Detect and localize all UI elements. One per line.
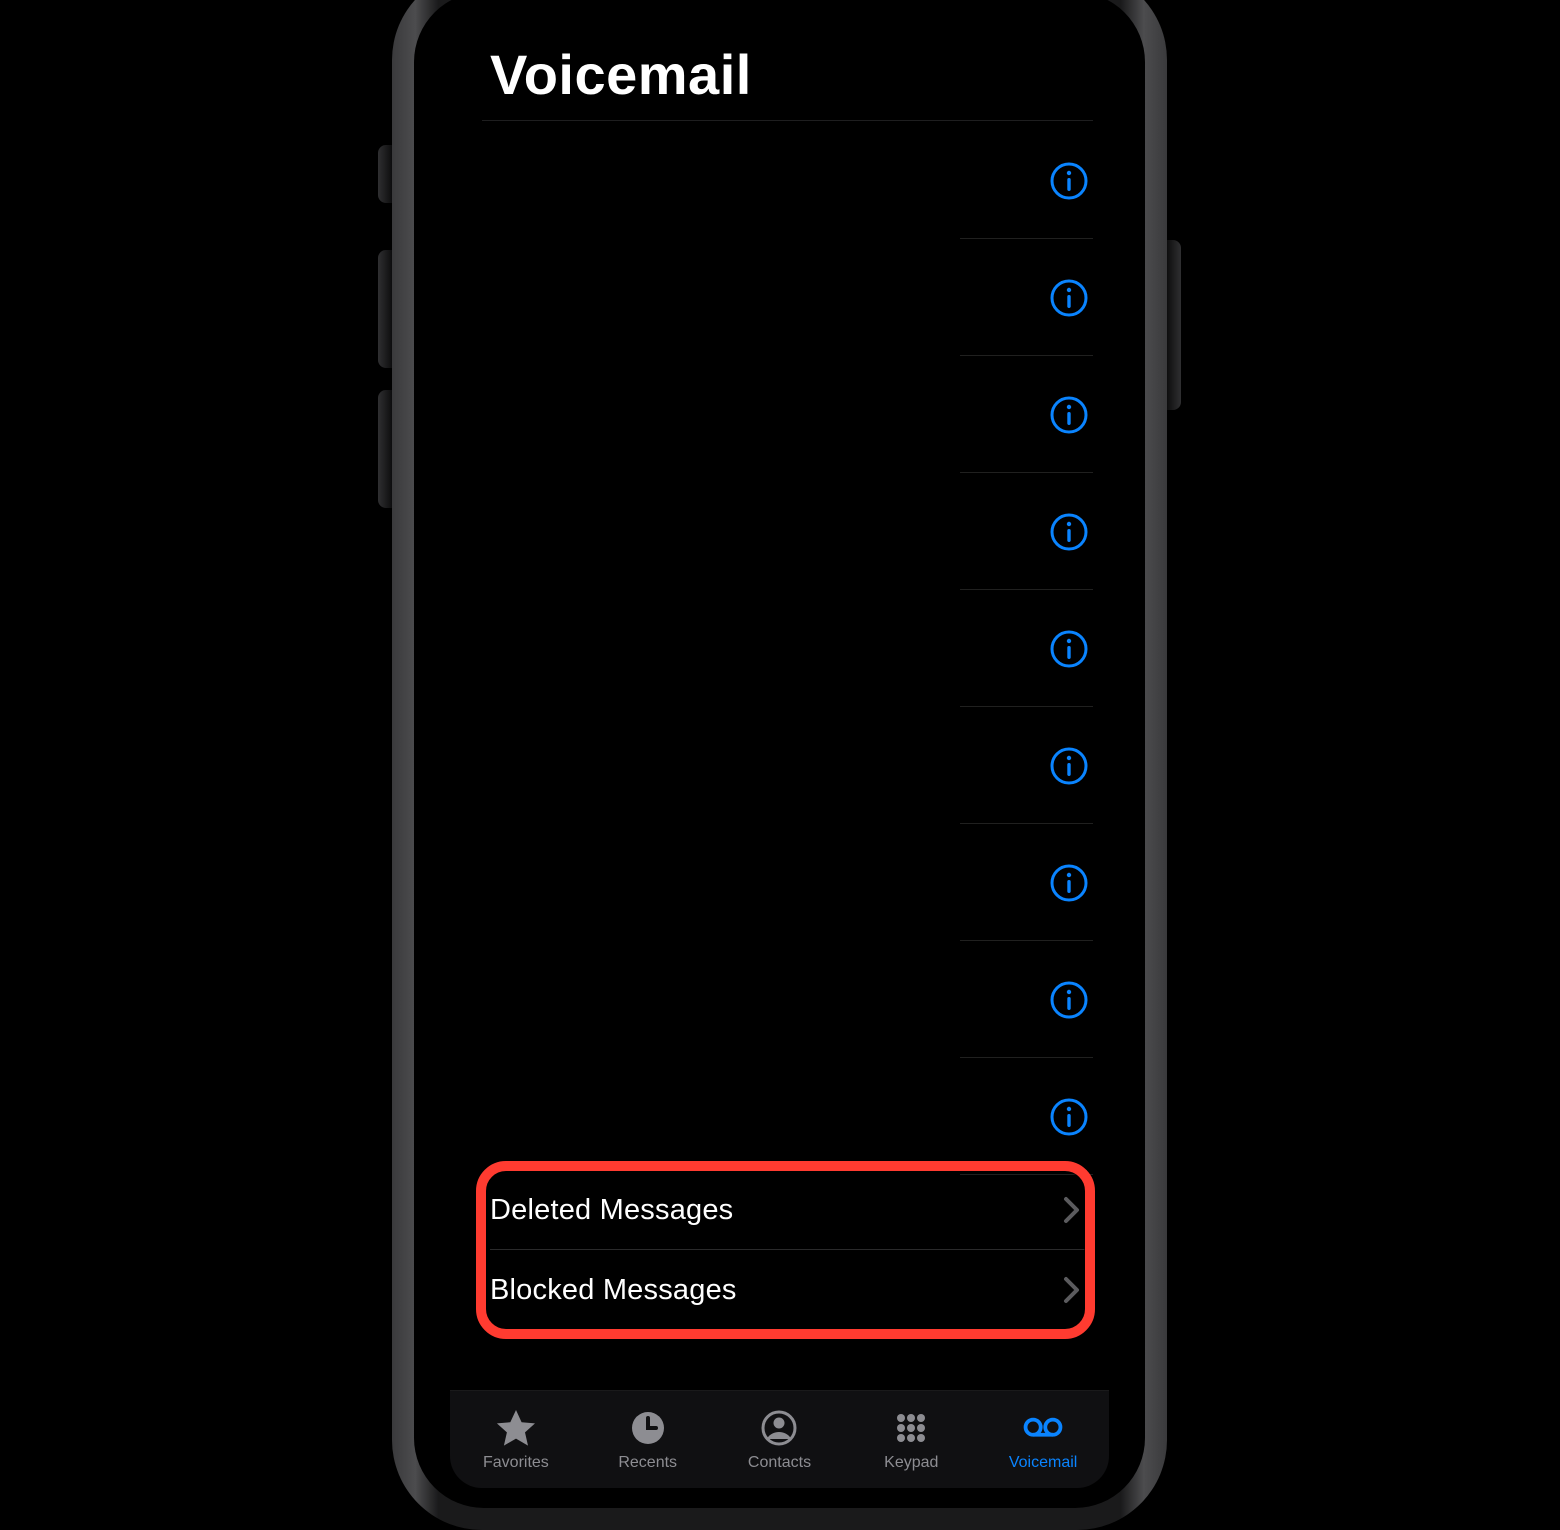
chevron-right-icon (1063, 1276, 1081, 1304)
screen: Voicemail (450, 12, 1109, 1488)
tab-bar: Favorites Recents Contacts (450, 1390, 1109, 1488)
deleted-messages-label: Deleted Messages (490, 1194, 733, 1227)
tab-voicemail[interactable]: Voicemail (977, 1408, 1109, 1472)
tab-label: Recents (618, 1454, 677, 1472)
info-button[interactable] (1049, 512, 1089, 552)
voicemail-row[interactable] (450, 941, 1109, 1058)
voicemail-icon (1021, 1408, 1065, 1448)
keypad-icon (889, 1408, 933, 1448)
voicemail-row[interactable] (450, 590, 1109, 707)
tab-favorites[interactable]: Favorites (450, 1408, 582, 1472)
tab-label: Favorites (483, 1454, 549, 1472)
silence-switch[interactable] (378, 145, 392, 203)
voicemail-row[interactable] (450, 122, 1109, 239)
page-title: Voicemail (490, 42, 752, 107)
voicemail-row[interactable] (450, 707, 1109, 824)
phone-bezel: Voicemail (414, 0, 1145, 1508)
clock-icon (626, 1408, 670, 1448)
star-icon (494, 1408, 538, 1448)
info-button[interactable] (1049, 863, 1089, 903)
tab-keypad[interactable]: Keypad (845, 1408, 977, 1472)
blocked-messages-row[interactable]: Blocked Messages (450, 1250, 1109, 1330)
voicemail-row[interactable] (450, 473, 1109, 590)
tab-label: Keypad (884, 1454, 938, 1472)
info-button[interactable] (1049, 629, 1089, 669)
power-button[interactable] (1167, 240, 1181, 410)
info-button[interactable] (1049, 278, 1089, 318)
voicemail-row[interactable] (450, 824, 1109, 941)
deleted-messages-row[interactable]: Deleted Messages (450, 1170, 1109, 1250)
tab-label: Voicemail (1009, 1454, 1077, 1472)
contact-icon (757, 1408, 801, 1448)
voicemail-row[interactable] (450, 356, 1109, 473)
tab-label: Contacts (748, 1454, 811, 1472)
info-button[interactable] (1049, 980, 1089, 1020)
separator (482, 120, 1093, 121)
voicemail-row[interactable] (450, 239, 1109, 356)
info-button[interactable] (1049, 746, 1089, 786)
tab-recents[interactable]: Recents (582, 1408, 714, 1472)
volume-up-button[interactable] (378, 250, 392, 368)
info-button[interactable] (1049, 395, 1089, 435)
voicemail-list (450, 122, 1109, 1298)
volume-down-button[interactable] (378, 390, 392, 508)
chevron-right-icon (1063, 1196, 1081, 1224)
info-button[interactable] (1049, 1097, 1089, 1137)
blocked-messages-label: Blocked Messages (490, 1274, 737, 1307)
phone-frame: Voicemail (392, 0, 1167, 1530)
info-button[interactable] (1049, 161, 1089, 201)
voicemail-row[interactable] (450, 1058, 1109, 1175)
tab-contacts[interactable]: Contacts (714, 1408, 846, 1472)
